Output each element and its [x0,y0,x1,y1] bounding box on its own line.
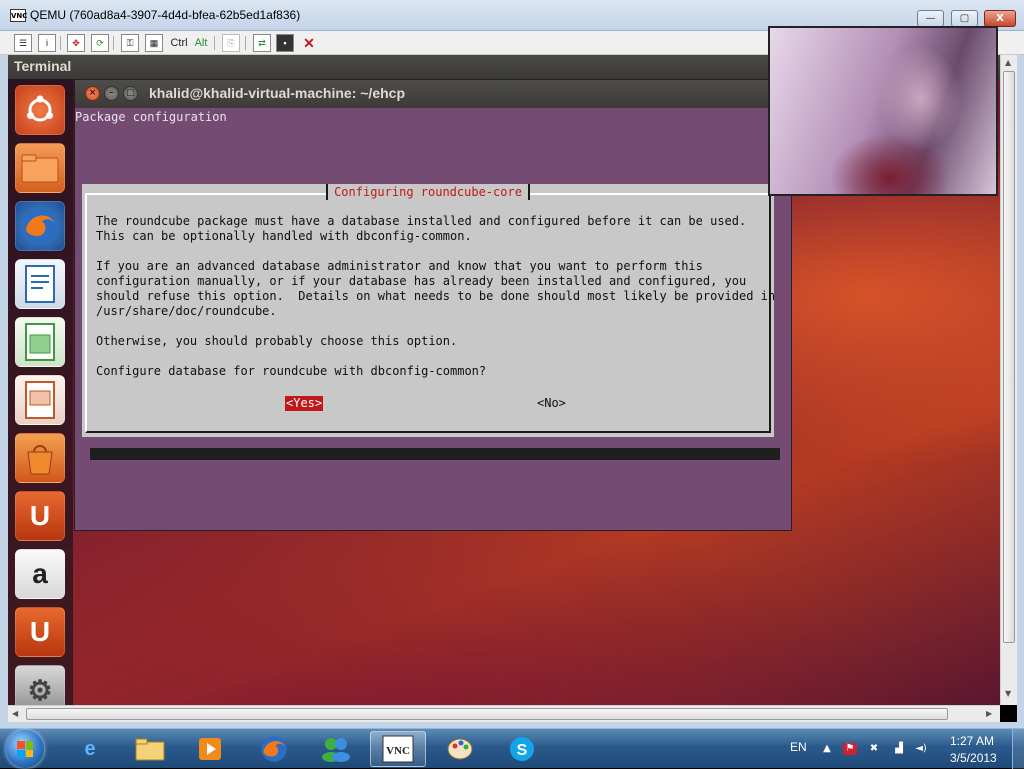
security-warning-icon[interactable]: ✖ [867,743,881,755]
amazon-icon[interactable]: a [15,549,65,599]
no-button[interactable]: <No> [536,396,567,411]
ctrl-key-button[interactable]: Ctrl [168,34,190,52]
dialog-title: Configuring roundcube-core [326,184,530,200]
package-configuration-header: Package configuration [75,110,227,124]
window-title: QEMU (760ad8a4-3907-4d4d-bfea-62b5ed1af8… [30,8,301,22]
vertical-scrollbar[interactable]: ▲ ▼ [1000,55,1017,705]
terminal-title: khalid@khalid-virtual-machine: ~/ehcp [149,85,405,101]
calc-icon[interactable] [15,317,65,367]
horizontal-scroll-thumb[interactable] [26,708,948,720]
skype-icon[interactable]: S [494,731,550,767]
media-player-icon[interactable] [182,731,238,767]
vnc-icon[interactable]: VNC [370,731,426,767]
terminal-titlebar[interactable]: × – □ khalid@khalid-virtual-machine: ~/e… [75,80,791,108]
terminal-minimize-button[interactable]: – [104,86,119,101]
paint-icon[interactable] [432,731,488,767]
webcam-video-overlay[interactable] [768,26,998,196]
writer-icon[interactable] [15,259,65,309]
windows-logo-icon [17,741,33,757]
unity-launcher: U a U ⚙ [8,79,73,705]
window-border-left [0,55,8,728]
maximize-button[interactable]: ▢ [951,10,978,27]
minimize-button[interactable]: — [917,10,944,27]
scroll-down-arrow-icon[interactable]: ▼ [1005,689,1011,698]
panel-app-title: Terminal [14,58,72,74]
transfer-icon[interactable]: ⇄ [253,34,271,52]
alt-key-button[interactable]: Alt [192,34,210,52]
ubuntu-one-icon[interactable]: U [15,491,65,541]
system-settings-icon[interactable]: ⚙ [15,665,65,705]
scroll-right-arrow-icon[interactable]: ▶ [986,709,992,718]
dialog-shadow [90,448,780,460]
start-button[interactable] [6,730,44,768]
ubuntu-one-music-icon[interactable]: U [15,607,65,657]
vnc-viewer-icon[interactable]: VNC [10,9,27,22]
ubuntu-dash-icon[interactable] [15,85,65,135]
language-indicator[interactable]: EN [790,740,807,754]
dialog-body: The roundcube package must have a databa… [96,214,776,378]
terminal-body[interactable]: Package configuration Configuring roundc… [75,108,791,530]
fullscreen-icon[interactable]: ✥ [67,34,85,52]
info-icon[interactable]: i [38,34,56,52]
firefox-icon[interactable] [15,201,65,251]
scroll-up-arrow-icon[interactable]: ▲ [1005,58,1011,67]
explorer-icon[interactable] [122,731,178,767]
messenger-icon[interactable] [308,731,364,767]
show-hidden-icons-icon[interactable]: ▲ [820,743,834,755]
firefox-icon[interactable] [246,731,302,767]
terminal-window[interactable]: × – □ khalid@khalid-virtual-machine: ~/e… [75,80,791,530]
windows-taskbar: e VNC S EN ▲ ⚑ ✖ ▟ ◄) 1:27 AM 3/5/2013 [0,728,1024,769]
options-icon[interactable]: ☰ [14,34,32,52]
ie-icon[interactable]: e [62,731,118,767]
terminal-close-button[interactable]: × [85,86,100,101]
yes-button[interactable]: <Yes> [285,396,324,411]
horizontal-scrollbar[interactable]: ◀ ▶ [8,705,1000,722]
scroll-left-arrow-icon[interactable]: ◀ [12,709,18,718]
window-border-right [1017,55,1024,728]
clipboard-icon[interactable]: ⎘ [222,34,240,52]
connection-icon[interactable]: ▦ [145,34,163,52]
impress-icon[interactable] [15,375,65,425]
terminal-maximize-button[interactable]: □ [123,86,138,101]
refresh-icon[interactable]: ⟳ [91,34,109,52]
close-button[interactable]: X [984,10,1016,27]
ctrl-alt-del-icon[interactable]: ⚿ [121,34,139,52]
clock-date[interactable]: 3/5/2013 [950,751,997,765]
svg-text:VNC: VNC [386,745,410,757]
files-icon[interactable] [15,143,65,193]
software-center-icon[interactable] [15,433,65,483]
debconf-dialog: Configuring roundcube-core The roundcube… [82,184,776,437]
svg-text:S: S [517,742,528,759]
save-icon[interactable]: ▪ [276,34,294,52]
volume-icon[interactable]: ◄) [914,743,928,755]
network-icon[interactable]: ▟ [892,743,906,755]
clock-time[interactable]: 1:27 AM [950,734,994,748]
vertical-scroll-thumb[interactable] [1003,71,1015,643]
disconnect-icon[interactable]: ✕ [300,34,318,52]
show-desktop-button[interactable] [1012,729,1024,769]
action-center-icon[interactable]: ⚑ [843,743,857,755]
